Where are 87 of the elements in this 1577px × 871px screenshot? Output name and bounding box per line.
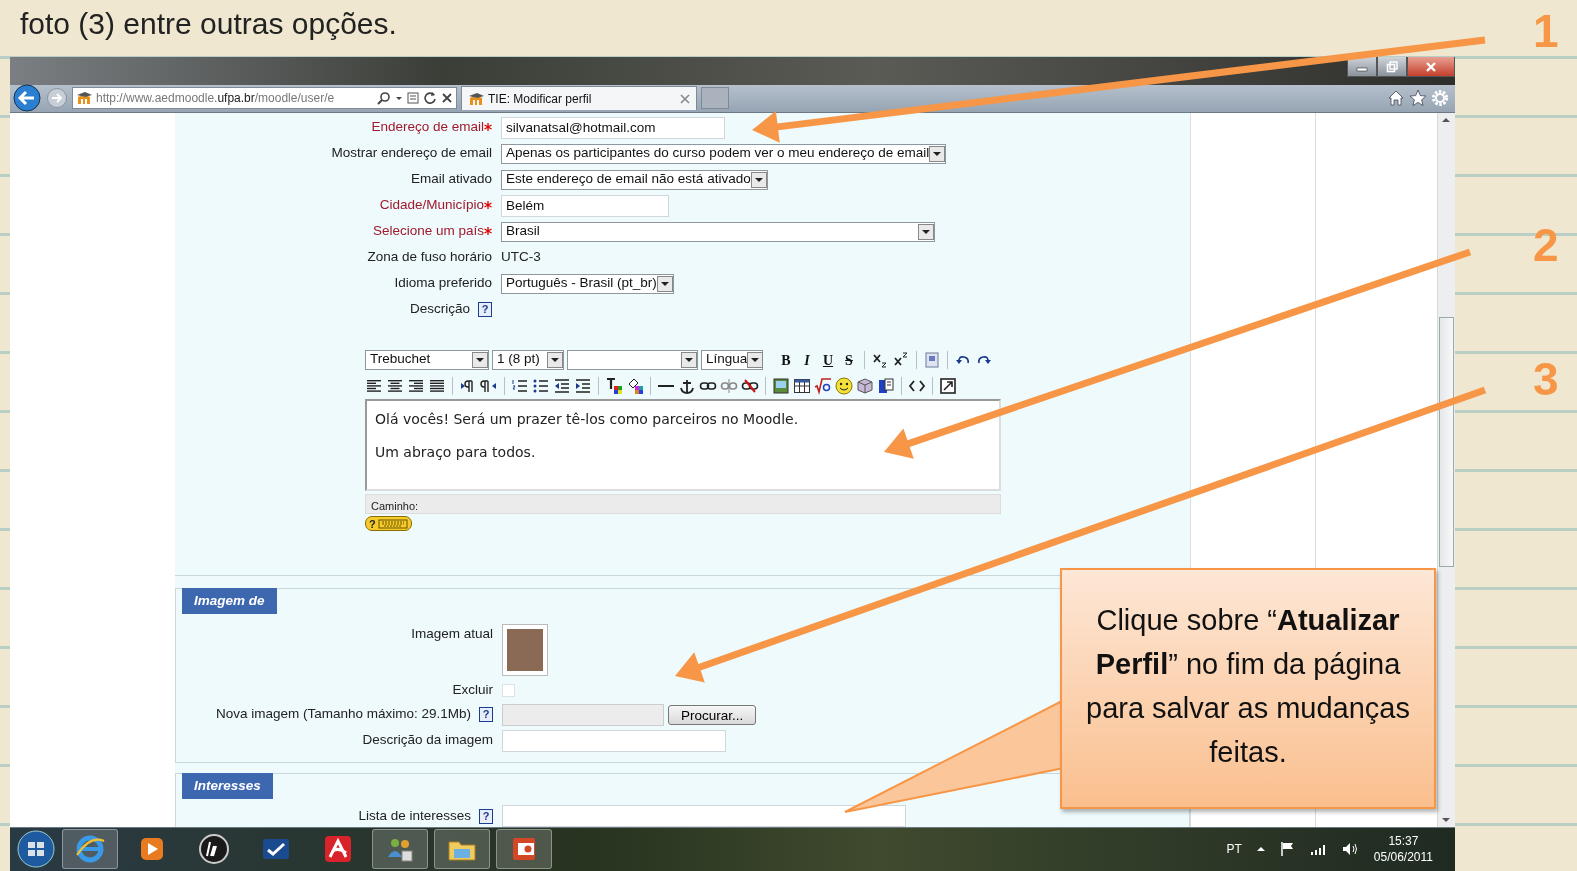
field-label: Mostrar endereço de email bbox=[331, 145, 492, 161]
text-field[interactable] bbox=[502, 730, 726, 753]
field-label: Lista de interesses bbox=[358, 808, 471, 824]
address-bar[interactable]: http://www.aedmoodle.ufpa.br/moodle/user/e bbox=[72, 87, 457, 110]
dropdown[interactable]: Brasil bbox=[501, 221, 935, 242]
field-label: Excluir bbox=[452, 681, 493, 697]
indent-icon[interactable] bbox=[574, 376, 592, 395]
section-legend: Interesses bbox=[182, 773, 273, 800]
search-replace-icon[interactable] bbox=[877, 376, 895, 395]
flag-icon[interactable] bbox=[1279, 841, 1296, 858]
text-field[interactable] bbox=[502, 805, 906, 827]
site-logo-icon bbox=[76, 91, 92, 106]
site-logo-icon bbox=[468, 91, 484, 106]
close-icon bbox=[1425, 60, 1437, 73]
section-legend: Imagem de bbox=[182, 587, 277, 614]
field-label: Descrição bbox=[409, 301, 470, 317]
required-icon bbox=[484, 200, 492, 211]
step-number: 2 bbox=[1533, 222, 1559, 268]
dropdown[interactable]: Este endereço de email não está ativado bbox=[501, 169, 768, 190]
editor-path: Caminho: bbox=[365, 493, 1001, 514]
step-number: 3 bbox=[1533, 356, 1559, 402]
callout: Clique sobre “Atualizar Perfil” no fim da página para salvar as mudanças feitas. bbox=[1060, 568, 1436, 809]
checkbox[interactable] bbox=[502, 683, 515, 697]
start-button-icon[interactable] bbox=[16, 829, 56, 870]
cube-icon[interactable] bbox=[856, 376, 874, 395]
help-link[interactable]: ? bbox=[478, 302, 492, 318]
table-icon[interactable] bbox=[793, 376, 811, 395]
signal-icon[interactable] bbox=[1309, 842, 1328, 857]
field-label: Nova imagem (Tamanho máximo: 29.1Mb) bbox=[215, 706, 471, 722]
text-color-icon[interactable] bbox=[605, 376, 623, 395]
star-icon[interactable] bbox=[1409, 89, 1427, 108]
refresh-icon[interactable] bbox=[423, 91, 437, 106]
field-label: Descrição da imagem bbox=[362, 732, 493, 748]
format-button[interactable]: I bbox=[798, 349, 816, 370]
browse-button[interactable]: Procurar... bbox=[668, 705, 757, 726]
restore-icon bbox=[1386, 60, 1398, 73]
url-text: http://www.aedmoodle.ufpa.br/moodle/user/e bbox=[96, 90, 335, 108]
restore-button[interactable] bbox=[1377, 57, 1407, 77]
smiley-icon[interactable] bbox=[835, 376, 853, 395]
dropdown[interactable]: Trebuchet bbox=[365, 349, 489, 370]
step-number: 1 bbox=[1533, 8, 1559, 54]
keyboard-icon bbox=[377, 518, 408, 529]
help-link[interactable]: ? bbox=[479, 707, 493, 723]
field-label: Email ativado bbox=[410, 171, 492, 187]
text-field[interactable]: silvanatsal@hotmail.com bbox=[501, 116, 725, 139]
clock-time[interactable]: 15:37 bbox=[1373, 833, 1433, 850]
back-button-icon[interactable] bbox=[12, 84, 42, 113]
scrollbar[interactable] bbox=[1437, 112, 1455, 827]
field-label: Endereço de email bbox=[371, 119, 484, 135]
field-label: Zona de fuso horário bbox=[367, 249, 492, 265]
language-indicator[interactable]: PT bbox=[1226, 840, 1242, 859]
field-value: UTC-3 bbox=[501, 248, 541, 267]
editor-text: Olá vocês! Será um prazer tê-los como parceiros no Moodle. bbox=[375, 409, 800, 429]
image-icon[interactable] bbox=[772, 376, 790, 395]
slide-heading: foto (3) entre outras opções. bbox=[19, 6, 397, 42]
field-label: Cidade/Município bbox=[379, 197, 484, 213]
text-field[interactable]: Belém bbox=[501, 194, 669, 217]
help-link[interactable]: ? bbox=[479, 809, 493, 825]
format-button[interactable]: U bbox=[819, 349, 837, 370]
file-field[interactable] bbox=[502, 704, 664, 727]
required-icon bbox=[484, 226, 492, 237]
editor-area[interactable]: Olá vocês! Será um prazer tê-los como parceiros no Moodle. Um abraço para todos. bbox=[365, 398, 1001, 491]
clock-date[interactable]: 05/06/2011 bbox=[1373, 849, 1433, 866]
required-icon bbox=[484, 122, 492, 133]
dropdown[interactable]: 1 (8 pt) bbox=[492, 349, 564, 370]
field-label: Idioma preferido bbox=[394, 275, 492, 291]
fullscreen-icon[interactable] bbox=[939, 376, 957, 395]
editor-text: Um abraço para todos. bbox=[375, 442, 537, 462]
outdent-icon[interactable] bbox=[553, 376, 571, 395]
keyboard-help-button[interactable]: ? bbox=[365, 516, 412, 532]
home-icon[interactable] bbox=[1387, 89, 1405, 108]
format-button[interactable]: B bbox=[777, 349, 795, 370]
format-button[interactable]: S bbox=[840, 349, 858, 370]
paste-document-icon[interactable] bbox=[923, 350, 941, 369]
search-icon[interactable] bbox=[377, 91, 391, 106]
dropdown[interactable] bbox=[567, 349, 698, 370]
math-icon[interactable] bbox=[814, 376, 832, 395]
close-tab-icon[interactable] bbox=[680, 93, 690, 104]
fill-color-icon[interactable] bbox=[626, 376, 644, 395]
field-label: Imagem atual bbox=[411, 625, 493, 641]
dropdown[interactable]: Apenas os participantes do curso podem ver o meu endereço de email bbox=[501, 143, 947, 164]
dropdown[interactable]: Língua bbox=[701, 349, 763, 370]
forward-button-icon[interactable] bbox=[46, 87, 68, 110]
field-label: Selecione um país bbox=[372, 223, 484, 239]
dropdown[interactable]: Português - Brasil (pt_br) bbox=[501, 273, 674, 294]
close-button[interactable] bbox=[1407, 57, 1455, 77]
browser-tab[interactable]: TIE: Modificar perfil bbox=[461, 86, 697, 111]
